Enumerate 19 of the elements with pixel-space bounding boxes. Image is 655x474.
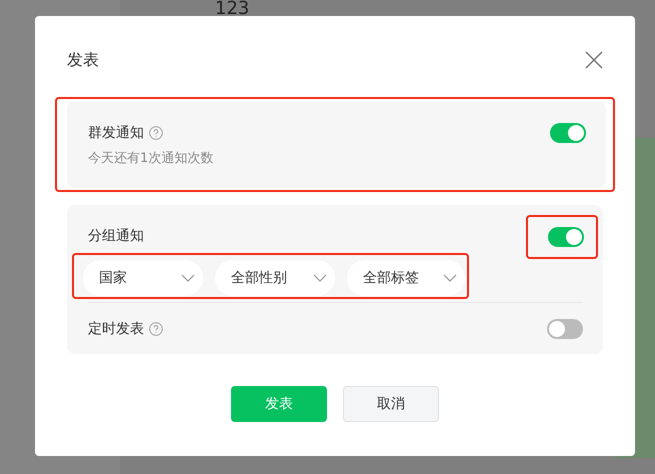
cancel-button[interactable]: 取消 bbox=[343, 386, 439, 422]
close-icon[interactable] bbox=[585, 51, 603, 69]
toggle-switch[interactable] bbox=[548, 227, 584, 247]
dialog-title: 发表 bbox=[67, 50, 99, 70]
option-label: 群发通知 bbox=[88, 124, 144, 142]
help-icon[interactable] bbox=[149, 322, 163, 336]
option-description: 今天还有1次通知次数 bbox=[88, 150, 214, 167]
toggle-switch[interactable] bbox=[550, 123, 586, 143]
chevron-icon bbox=[313, 274, 327, 282]
chevron-icon bbox=[181, 274, 195, 282]
page-heading: 123 bbox=[215, 0, 250, 16]
option-label: 定时发表 bbox=[88, 320, 144, 338]
dropdown[interactable]: 全部性别 bbox=[215, 260, 335, 296]
option-label: 分组通知 bbox=[88, 227, 145, 245]
chevron-icon bbox=[443, 274, 457, 282]
dropdown[interactable]: 全部标签 bbox=[347, 260, 465, 296]
toggle-switch[interactable] bbox=[547, 319, 583, 339]
help-icon[interactable] bbox=[149, 126, 163, 140]
dropdown[interactable]: 国家 bbox=[83, 260, 203, 296]
